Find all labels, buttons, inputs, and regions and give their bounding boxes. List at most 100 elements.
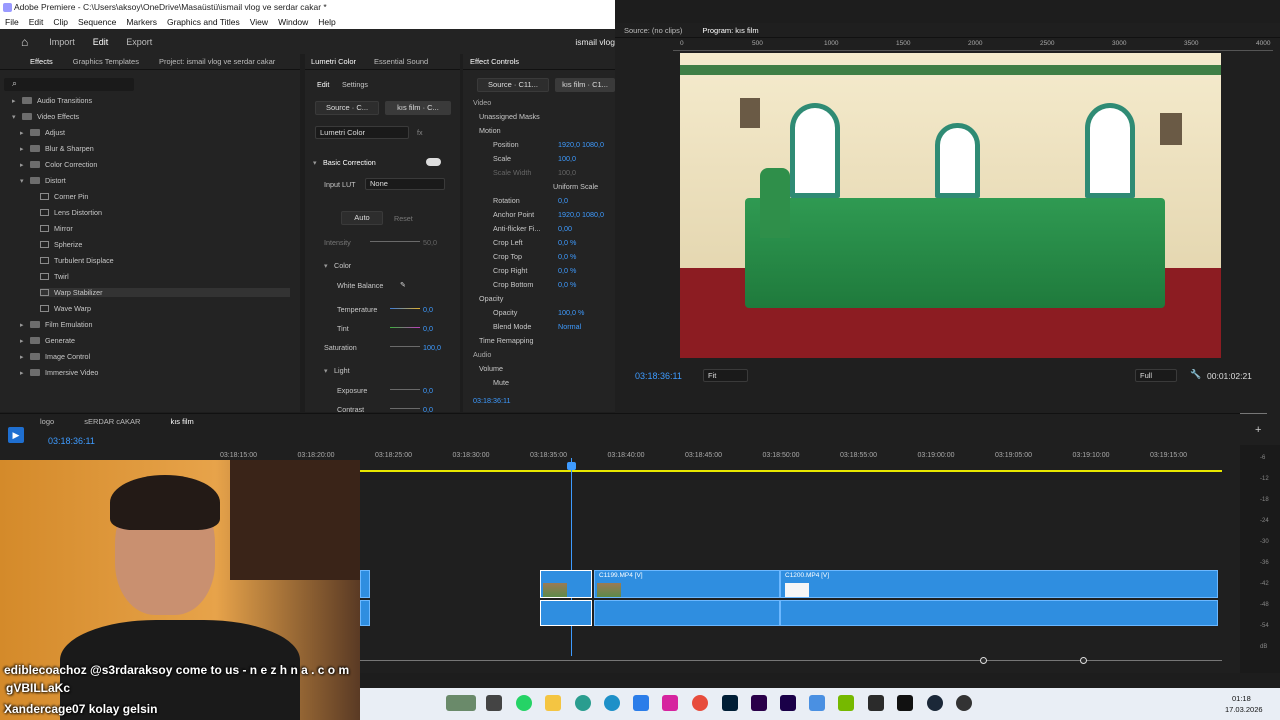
tab-graphics-templates[interactable]: Graphics Templates <box>73 57 139 66</box>
scroll-handle-left[interactable] <box>980 657 987 664</box>
effect-item[interactable]: Corner Pin <box>40 192 290 201</box>
menu-help[interactable]: Help <box>318 15 335 29</box>
ec-row[interactable]: Volume <box>479 364 503 373</box>
clip-c1199-video[interactable]: C1199.MP4 [V] <box>594 570 780 598</box>
seq-tab-serdar[interactable]: sERDAR cAKAR <box>84 417 140 426</box>
ec-row[interactable]: Video <box>473 98 491 107</box>
expand-icon[interactable]: ▸ <box>20 160 30 169</box>
work-area-bar[interactable] <box>360 470 1222 472</box>
nav-export[interactable]: Export <box>126 37 152 47</box>
menu-window[interactable]: Window <box>278 15 308 29</box>
edge-icon[interactable] <box>604 695 620 711</box>
premiere-icon[interactable] <box>751 695 767 711</box>
ec-value[interactable]: 0,0 % <box>558 280 576 289</box>
ec-row[interactable]: Crop Right <box>493 266 527 275</box>
program-timecode[interactable]: 03:18:36:11 <box>635 371 682 381</box>
ec-value[interactable]: 100,0 % <box>558 308 584 317</box>
intensity-value[interactable]: 50,0 <box>423 238 437 247</box>
basic-correction-toggle[interactable] <box>426 158 441 166</box>
clock-date[interactable]: 17.03.2026 <box>1225 705 1263 714</box>
ec-seq-tab[interactable]: kıs film · C1... <box>555 78 615 92</box>
tab-effect-controls[interactable]: Effect Controls <box>470 57 519 66</box>
nav-import[interactable]: Import <box>49 37 75 47</box>
expand-icon[interactable]: ▸ <box>12 96 22 105</box>
ec-row[interactable]: Crop Left <box>493 238 523 247</box>
reset-button[interactable]: Reset <box>394 214 413 223</box>
saturation-slider[interactable] <box>390 346 420 347</box>
effects-folder[interactable]: ▾ Distort <box>20 176 260 185</box>
playhead-handle[interactable] <box>567 462 576 470</box>
basic-correction-header[interactable]: ▾ Basic Correction <box>313 158 376 167</box>
clock-time[interactable]: 01:18 <box>1232 694 1251 703</box>
ec-value[interactable]: 0,0 % <box>558 266 576 275</box>
input-lut-select[interactable]: None <box>365 178 445 190</box>
expand-icon[interactable]: ▸ <box>20 320 30 329</box>
ec-value[interactable]: 0,0 <box>558 196 568 205</box>
tab-program-monitor[interactable]: Program: kıs film <box>702 26 758 35</box>
menu-sequence[interactable]: Sequence <box>78 15 116 29</box>
photoshop-icon[interactable] <box>722 695 738 711</box>
effects-folder[interactable]: ▸ Generate <box>20 336 260 345</box>
ec-row[interactable]: Motion <box>479 126 501 135</box>
media-encoder-icon[interactable] <box>780 695 796 711</box>
ec-row[interactable]: Mute <box>493 378 509 387</box>
zoom-fit-select[interactable]: Fit <box>703 369 748 382</box>
clip-left-edge-video[interactable] <box>360 570 370 598</box>
effect-item[interactable]: Turbulent Displace <box>40 256 290 265</box>
ec-value[interactable]: 100,0 <box>558 168 576 177</box>
tab-essential-sound[interactable]: Essential Sound <box>374 57 428 66</box>
ec-row[interactable]: Crop Top <box>493 252 522 261</box>
effect-item[interactable]: Warp Stabilizer <box>40 288 290 297</box>
app-icon-2[interactable] <box>809 695 825 711</box>
store-icon[interactable] <box>633 695 649 711</box>
recording-icon[interactable] <box>956 695 972 711</box>
expand-icon[interactable]: ▸ <box>20 352 30 361</box>
ec-value[interactable]: 0,00 <box>558 224 572 233</box>
ec-row[interactable]: Scale Width <box>493 168 531 177</box>
clip-c1200-audio[interactable] <box>780 600 1218 626</box>
ec-row[interactable]: Rotation <box>493 196 520 205</box>
expand-icon[interactable]: ▸ <box>20 144 30 153</box>
ec-row[interactable]: Anti-flicker Fi... <box>493 224 541 233</box>
auto-button[interactable]: Auto <box>341 211 383 225</box>
tab-source-monitor[interactable]: Source: (no clips) <box>624 26 682 35</box>
timeline-timecode[interactable]: 03:18:36:11 <box>48 436 95 446</box>
ec-row[interactable]: Crop Bottom <box>493 280 533 289</box>
seq-tab-kis-film[interactable]: kıs film <box>170 417 193 426</box>
menu-graphics[interactable]: Graphics and Titles <box>167 15 240 29</box>
color-header[interactable]: ▾ Color <box>324 261 351 270</box>
epic-games-icon[interactable] <box>897 695 913 711</box>
saturation-value[interactable]: 100,0 <box>423 343 441 352</box>
clip-selected-audio[interactable] <box>540 600 592 626</box>
playhead[interactable] <box>571 458 572 656</box>
terminal-icon[interactable] <box>868 695 884 711</box>
clip-selected-video[interactable] <box>540 570 592 598</box>
ec-source-tab[interactable]: Source · C11... <box>477 78 549 92</box>
menu-markers[interactable]: Markers <box>126 15 157 29</box>
expand-icon[interactable]: ▸ <box>20 368 30 377</box>
chrome-icon[interactable] <box>692 695 708 711</box>
temperature-slider[interactable] <box>390 308 420 309</box>
light-header[interactable]: ▾ Light <box>324 366 350 375</box>
nav-edit[interactable]: Edit <box>93 37 109 47</box>
ec-row[interactable]: Uniform Scale <box>553 182 598 191</box>
scroll-handle-right[interactable] <box>1080 657 1087 664</box>
eyedropper-icon[interactable]: ✎ <box>400 280 406 289</box>
nvidia-icon[interactable] <box>838 695 854 711</box>
program-video-frame[interactable] <box>680 53 1221 358</box>
ec-row[interactable]: Position <box>493 140 519 149</box>
expand-icon[interactable]: ▸ <box>20 128 30 137</box>
folder-icon[interactable] <box>545 695 561 711</box>
ec-row[interactable]: Scale <box>493 154 511 163</box>
file-icon[interactable] <box>486 695 502 711</box>
ec-row[interactable]: Anchor Point <box>493 210 534 219</box>
menu-file[interactable]: File <box>5 15 19 29</box>
home-icon[interactable]: ⌂ <box>21 35 28 49</box>
tool-select-icon[interactable]: ▶ <box>8 427 24 443</box>
ec-value[interactable]: 1920,0 1080,0 <box>558 210 604 219</box>
effects-folder[interactable]: ▸ Color Correction <box>20 160 260 169</box>
effects-folder[interactable]: ▸ Adjust <box>20 128 260 137</box>
effects-folder[interactable]: ▸ Film Emulation <box>20 320 260 329</box>
effect-item[interactable]: Spherize <box>40 240 290 249</box>
clip-c1200-video[interactable]: C1200.MP4 [V] <box>780 570 1218 598</box>
